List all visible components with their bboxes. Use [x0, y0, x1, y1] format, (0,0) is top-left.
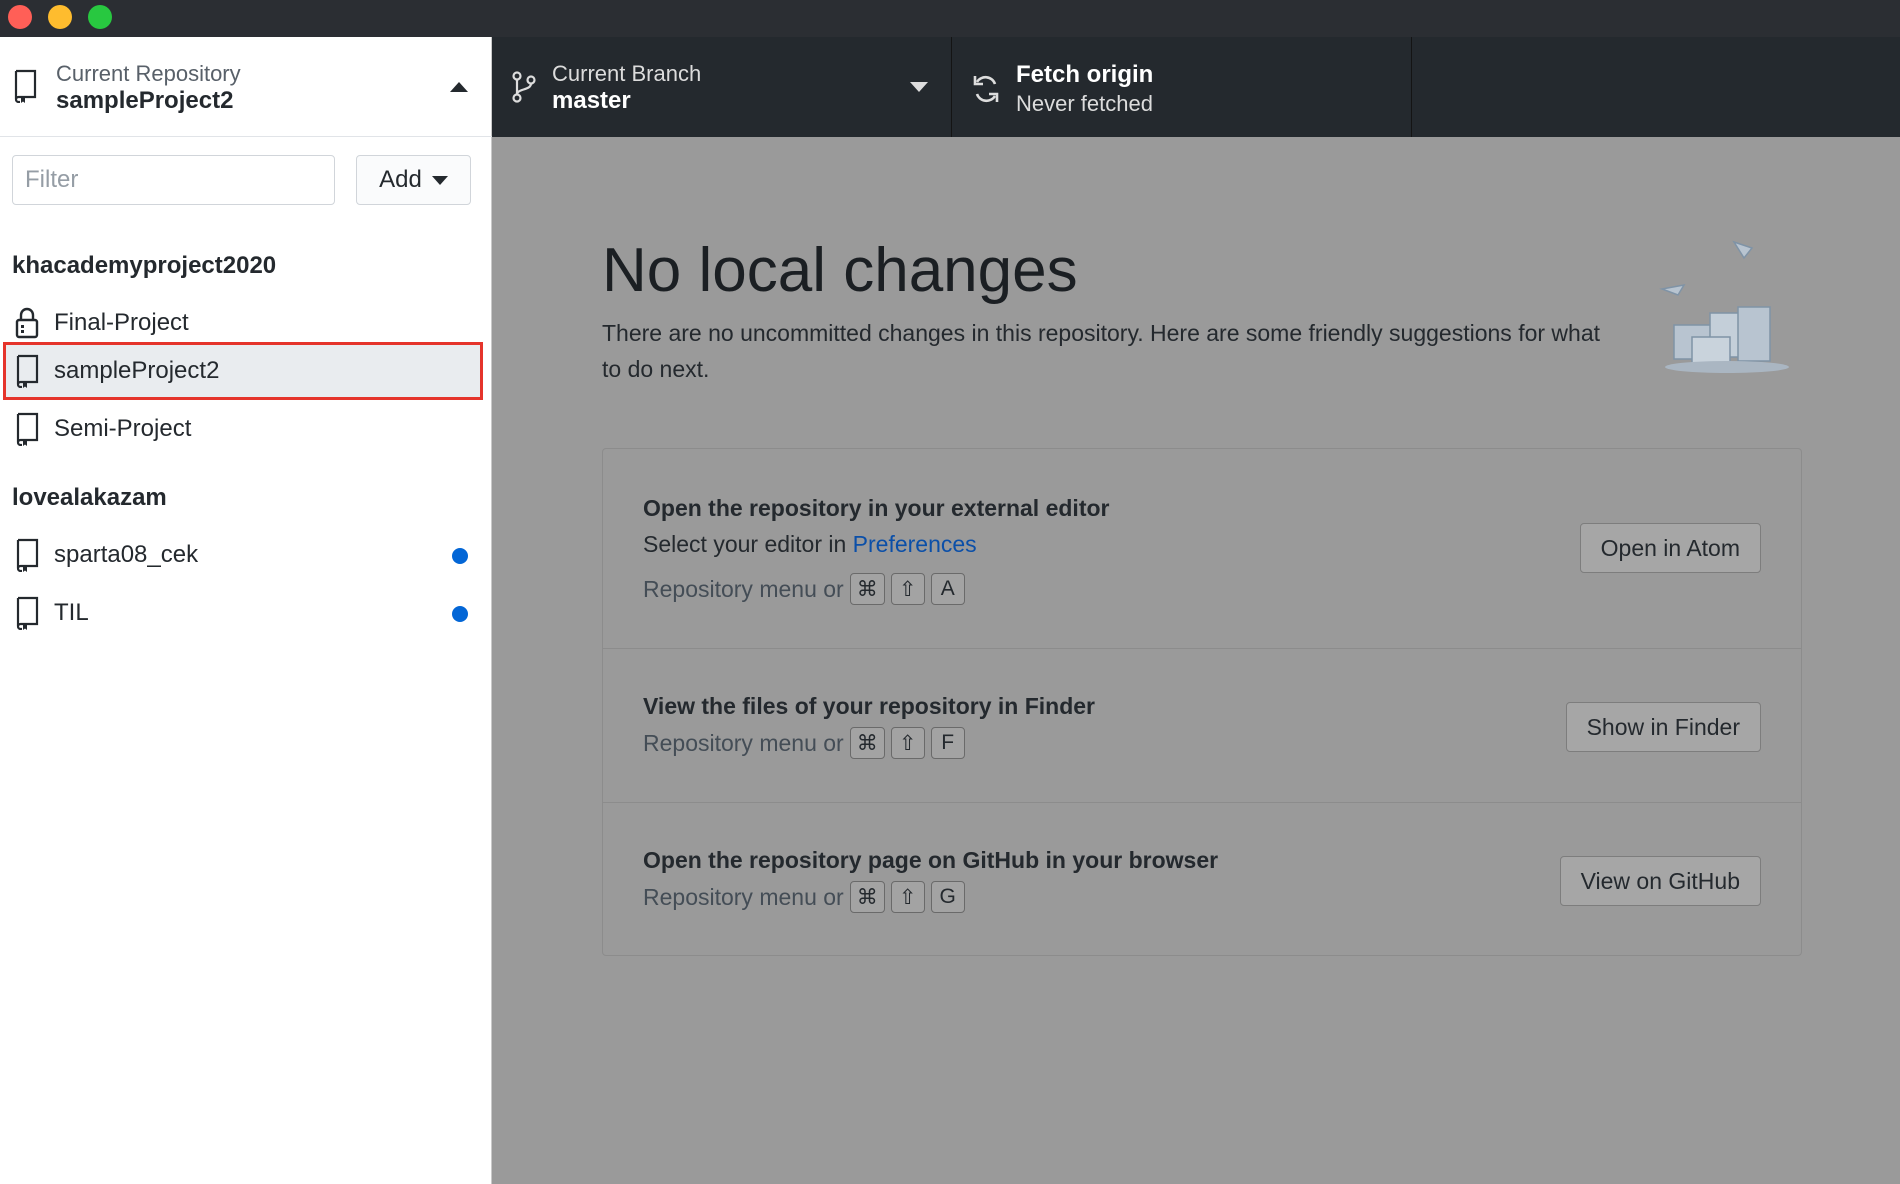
suggestion-title: View the files of your repository in Fin… [643, 693, 1095, 719]
letter-key: F [930, 727, 965, 759]
fetch-origin-button[interactable]: Fetch origin Never fetched [952, 37, 1412, 137]
suggestion-subtitle-text: Select your editor in [643, 531, 853, 557]
repo-group-title: khacademyproject2020 [12, 252, 277, 279]
app-toolbar: Current Branch master Fetch origin Never… [492, 37, 1900, 137]
suggestion-view-on-github: Open the repository page on GitHub in yo… [603, 803, 1801, 955]
changes-indicator-dot [452, 548, 468, 564]
current-repository-name: sampleProject2 [56, 87, 234, 114]
repo-icon [16, 354, 39, 388]
shift-key: ⇧ [890, 573, 925, 605]
repo-icon [16, 596, 39, 630]
shortcut-hint: Repository menu or ⌘ ⇧ G [643, 881, 965, 913]
command-key: ⌘ [849, 881, 885, 913]
shift-key: ⇧ [890, 727, 925, 759]
suggestion-open-editor: Open the repository in your external edi… [603, 449, 1801, 649]
repo-list-item-sparta08-cek[interactable]: sparta08_cek [0, 526, 492, 584]
chevron-down-icon [910, 82, 928, 92]
shift-key: ⇧ [890, 881, 925, 913]
chevron-up-icon [450, 82, 468, 92]
repo-group-title: lovealakazam [12, 484, 167, 511]
lock-icon [15, 307, 39, 339]
shortcut-hint: Repository menu or ⌘ ⇧ A [643, 573, 965, 605]
repo-list-item-label: sampleProject2 [54, 357, 220, 384]
empty-state-illustration [1659, 240, 1789, 373]
repo-list-item-semi-project[interactable]: Semi-Project [0, 400, 492, 458]
repo-icon [14, 69, 37, 103]
repo-list-item-label: Final-Project [54, 309, 189, 336]
repo-icon [16, 538, 39, 572]
window-titlebar [0, 0, 1900, 37]
add-repository-button[interactable]: Add [356, 155, 471, 205]
git-branch-icon [512, 71, 536, 103]
maximize-window-button[interactable] [88, 5, 112, 29]
chevron-down-icon [431, 175, 448, 185]
current-repository-label: Current Repository [56, 61, 241, 86]
shortcut-hint: Repository menu or ⌘ ⇧ F [643, 727, 965, 759]
suggestion-subtitle: Select your editor in Preferences [643, 531, 977, 558]
repo-list-item-label: Semi-Project [54, 415, 192, 442]
current-repository-dropdown[interactable]: Current Repository sampleProject2 [0, 37, 492, 137]
suggestion-show-in-finder: View the files of your repository in Fin… [603, 649, 1801, 803]
letter-key: G [930, 881, 965, 913]
repo-icon [16, 412, 39, 446]
repo-list-item-label: TIL [54, 599, 89, 626]
fetch-status: Never fetched [1016, 91, 1153, 116]
close-window-button[interactable] [8, 5, 32, 29]
suggestions-panel: Open the repository in your external edi… [602, 448, 1802, 956]
suggestion-title: Open the repository in your external edi… [643, 495, 1110, 521]
repo-list-item-til[interactable]: TIL [0, 584, 492, 642]
changes-indicator-dot [452, 606, 468, 622]
suggestion-title: Open the repository page on GitHub in yo… [643, 847, 1219, 873]
sync-icon [973, 75, 999, 103]
shortcut-hint-text: Repository menu or [643, 575, 844, 602]
command-key: ⌘ [849, 727, 885, 759]
fetch-origin-title: Fetch origin [1016, 61, 1154, 88]
repo-list-item-sampleproject2[interactable]: sampleProject2 [3, 342, 483, 400]
command-key: ⌘ [849, 573, 885, 605]
filter-input[interactable] [12, 155, 335, 205]
no-changes-view: No local changes There are no uncommitte… [492, 137, 1900, 1184]
repository-sidebar: Current Repository sampleProject2 Add kh… [0, 37, 492, 1184]
minimize-window-button[interactable] [48, 5, 72, 29]
show-in-finder-button[interactable]: Show in Finder [1565, 702, 1761, 752]
shortcut-hint-text: Repository menu or [643, 729, 844, 756]
repo-list-item-label: sparta08_cek [54, 541, 199, 568]
current-branch-label: Current Branch [552, 61, 702, 86]
open-in-atom-button[interactable]: Open in Atom [1579, 523, 1761, 573]
current-branch-dropdown[interactable]: Current Branch master [492, 37, 952, 137]
view-on-github-button[interactable]: View on GitHub [1559, 856, 1761, 906]
page-title: No local changes [602, 236, 1078, 305]
page-description: There are no uncommitted changes in this… [602, 320, 1601, 382]
shortcut-hint-text: Repository menu or [643, 883, 844, 910]
current-branch-name: master [552, 87, 631, 114]
preferences-link[interactable]: Preferences [853, 531, 977, 557]
add-button-label: Add [379, 166, 422, 193]
letter-key: A [930, 573, 965, 605]
